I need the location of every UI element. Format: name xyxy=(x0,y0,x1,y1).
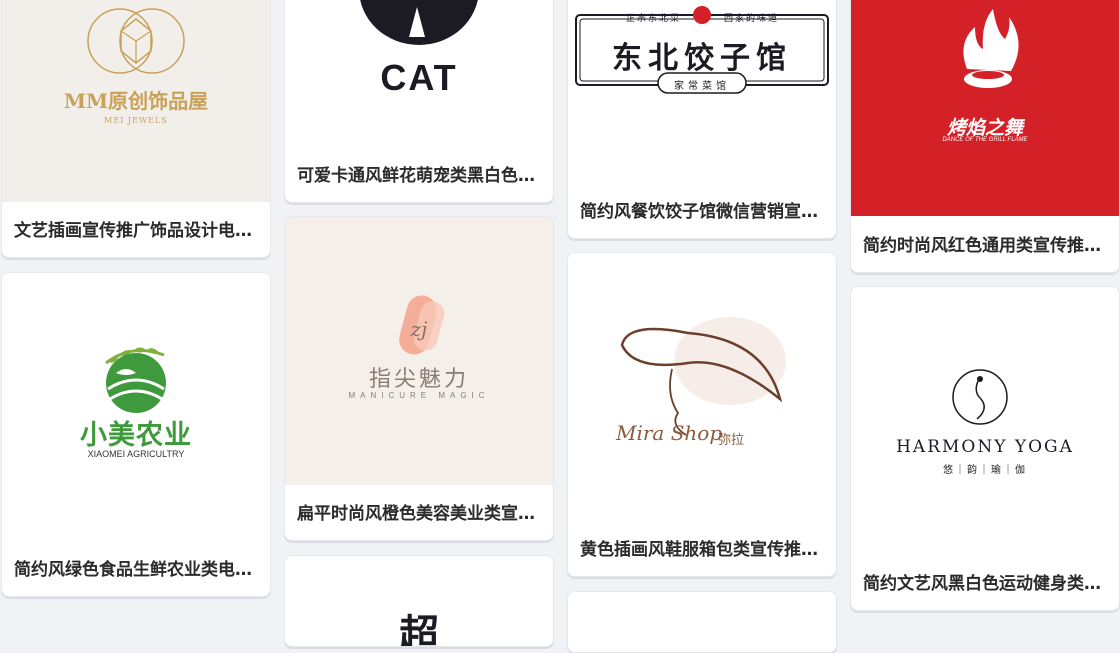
card-title[interactable]: 扁平时尚风橙色美容美业类宣… xyxy=(297,499,539,524)
brand-name: 小美农业 xyxy=(80,420,192,450)
card-title[interactable]: 简约风餐饮饺子馆微信营销宣… xyxy=(580,197,822,222)
hat-woman-logo-icon xyxy=(620,317,786,436)
template-card[interactable]: zj 指尖魅力 MANICURE MAGIC 扁平时尚风橙色美容美业类宣… xyxy=(284,216,554,541)
template-card[interactable]: HARMONY YOGA 悠｜韵｜瑜｜伽 简约文艺风黑白色运动健身类… xyxy=(850,286,1120,611)
card-title[interactable]: 黄色插画风鞋服箱包类宣传推… xyxy=(580,535,822,560)
brand-subtitle: XIAOMEI AGRICULTRY xyxy=(87,449,185,459)
brand-name: CAT xyxy=(380,57,458,98)
template-card[interactable] xyxy=(567,591,837,653)
card-title[interactable]: 简约文艺风黑白色运动健身类… xyxy=(863,569,1105,594)
card-thumbnail[interactable]: zj 指尖魅力 MANICURE MAGIC xyxy=(285,217,553,485)
template-card[interactable]: 烤焰之舞 DANCE OF THE GRILL FLAME 简约时尚风红色通用类… xyxy=(850,0,1120,273)
card-title[interactable]: 简约风绿色食品生鲜农业类电… xyxy=(14,555,256,580)
brand-name: 指尖魅力 xyxy=(368,366,469,391)
brand-name: 东北饺子馆 xyxy=(612,41,792,76)
cat-logo-icon xyxy=(360,0,478,45)
template-card[interactable]: 小美农业 XIAOMEI AGRICULTRY 简约风绿色食品生鲜农业类电… xyxy=(1,272,271,597)
card-thumbnail[interactable]: CAT xyxy=(285,0,553,147)
brand-name: 超 xyxy=(399,613,439,646)
card-thumbnail[interactable]: 烤焰之舞 DANCE OF THE GRILL FLAME xyxy=(851,0,1119,216)
brand-subtitle: 家常菜馆 xyxy=(674,81,730,92)
card-thumbnail[interactable]: 超 xyxy=(285,556,553,646)
brand-subtitle: 悠｜韵｜瑜｜伽 xyxy=(943,465,1027,476)
template-card[interactable]: Mira Shop 弥拉 黄色插画风鞋服箱包类宣传推… xyxy=(567,252,837,577)
tagline-right: 回家的味道 xyxy=(724,13,780,23)
card-thumbnail[interactable]: 正宗东北菜 回家的味道 东北饺子馆 家常菜馆 xyxy=(568,0,836,183)
brand-subtitle: DANCE OF THE GRILL FLAME xyxy=(942,137,1028,143)
template-card[interactable]: MM原创饰品屋 MEI JEWELS 文艺插画宣传推广饰品设计电… xyxy=(1,0,271,258)
brand-name: Mira Shop xyxy=(616,421,723,445)
card-thumbnail[interactable]: 小美农业 XIAOMEI AGRICULTRY xyxy=(2,273,270,541)
brand-subtitle: MEI JEWELS xyxy=(104,116,168,125)
flame-logo-icon xyxy=(963,9,1019,88)
brand-name: MM原创饰品屋 xyxy=(63,89,209,113)
brand-name-cn: 弥拉 xyxy=(718,432,745,447)
card-title[interactable]: 简约时尚风红色通用类宣传推… xyxy=(863,231,1105,256)
card-thumbnail[interactable] xyxy=(568,592,836,652)
card-thumbnail[interactable]: MM原创饰品屋 MEI JEWELS xyxy=(2,0,270,202)
brand-mark: zj xyxy=(410,317,428,341)
brand-name: HARMONY YOGA xyxy=(896,437,1074,457)
tagline-left: 正宗东北菜 xyxy=(626,13,682,23)
brand-subtitle: MANICURE MAGIC xyxy=(348,391,490,400)
template-card[interactable]: 正宗东北菜 回家的味道 东北饺子馆 家常菜馆 简约风餐饮饺子馆微信营销宣… xyxy=(567,0,837,239)
card-title[interactable]: 可爱卡通风鲜花萌宠类黑白色… xyxy=(297,161,539,186)
template-card[interactable]: CAT 可爱卡通风鲜花萌宠类黑白色… xyxy=(284,0,554,203)
template-card[interactable]: 超 xyxy=(284,555,554,647)
card-title[interactable]: 文艺插画宣传推广饰品设计电… xyxy=(14,216,256,241)
card-thumbnail[interactable]: Mira Shop 弥拉 xyxy=(568,253,836,521)
brand-name: 烤焰之舞 xyxy=(946,118,1023,139)
yoga-logo-icon xyxy=(952,369,1008,425)
card-thumbnail[interactable]: HARMONY YOGA 悠｜韵｜瑜｜伽 xyxy=(851,287,1119,555)
